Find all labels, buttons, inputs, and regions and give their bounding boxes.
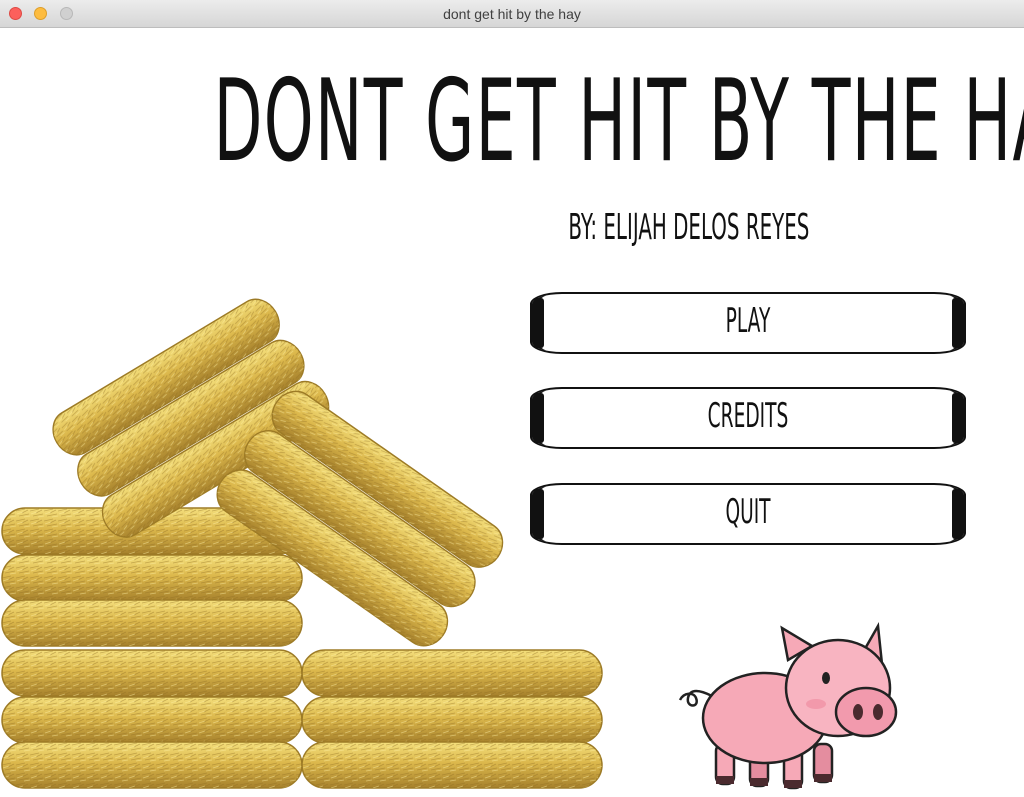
quit-button-label: QUIT	[725, 493, 771, 533]
window-title: dont get hit by the hay	[443, 6, 581, 22]
author-credit: BY: ELIJAH DELOS REYES	[568, 206, 810, 248]
hay-bale-stack-left	[1, 507, 303, 789]
quit-button[interactable]: QUIT	[530, 483, 966, 545]
game-title: DONT GET HIT BY THE HAY	[213, 54, 1024, 188]
play-button-label: PLAY	[725, 302, 771, 342]
credits-button[interactable]: CREDITS	[530, 387, 966, 449]
play-button[interactable]: PLAY	[530, 292, 966, 354]
pig-character	[678, 622, 898, 790]
window-titlebar: dont get hit by the hay	[0, 0, 1024, 28]
hay-bale-stack-right	[301, 649, 603, 789]
credits-button-label: CREDITS	[707, 397, 789, 437]
game-canvas: DONT GET HIT BY THE HAY BY: ELIJAH DELOS…	[0, 28, 1024, 797]
